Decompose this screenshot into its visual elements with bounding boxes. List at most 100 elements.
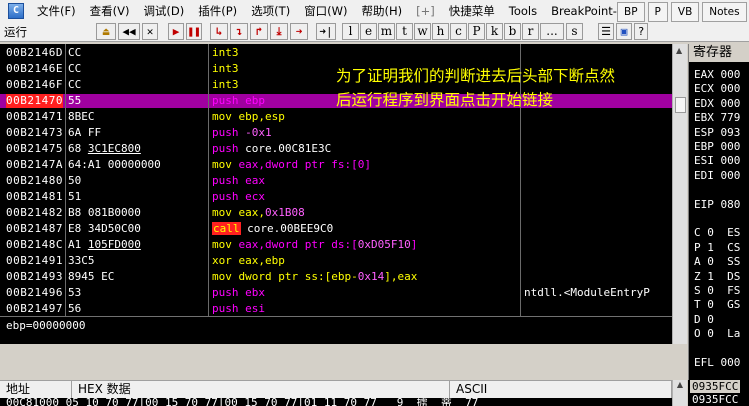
tab-vb[interactable]: VB: [670, 2, 700, 22]
disasm-row[interactable]: 00B21497 56 push esi: [0, 302, 672, 316]
trace-over-icon[interactable]: ⤓: [270, 23, 288, 40]
patches-window-button[interactable]: P: [468, 23, 485, 40]
disassembly-panel[interactable]: 00B2146D CC int3 00B2146E CC int3 00B2146F CC in…: [0, 44, 687, 344]
disasm-row[interactable]: 00B2148C A1 105FD000 mov eax,dword ptr ds:…: [0, 238, 672, 252]
disassembly-scrollbar[interactable]: ▲: [672, 44, 687, 316]
register-line[interactable]: EDI 000: [694, 169, 740, 182]
stack-row-selected[interactable]: 0935FCC: [690, 380, 741, 393]
stack-panel[interactable]: 0935FCC 0935FCC: [688, 380, 749, 406]
disasm-row[interactable]: 00B21496 53 push ebx ntdll.<ModuleEntryP: [0, 286, 672, 300]
restart-icon[interactable]: ◀◀: [118, 23, 140, 40]
dump-col-address[interactable]: 地址: [0, 381, 72, 399]
menu-plugins[interactable]: 插件(P): [191, 0, 244, 22]
cpu-window-button[interactable]: c: [450, 23, 467, 40]
register-line[interactable]: EBX 779: [694, 111, 740, 124]
disasm-row[interactable]: 00B21487 E8 34D50C00 call core.00BEE9C0: [0, 222, 672, 236]
disasm-instruction: push esi: [212, 302, 265, 316]
goto-icon[interactable]: ➜|: [316, 23, 336, 40]
app-icon[interactable]: C: [8, 3, 24, 19]
register-line[interactable]: ESP 093: [694, 126, 740, 139]
register-line[interactable]: A 0 SS: [694, 255, 740, 268]
references-window-button[interactable]: r: [522, 23, 539, 40]
stack-row[interactable]: 0935FCC: [690, 393, 740, 406]
callstack-window-button[interactable]: k: [486, 23, 503, 40]
more-windows-button[interactable]: ...: [540, 23, 564, 40]
menu-view[interactable]: 查看(V): [83, 0, 137, 22]
register-line[interactable]: O 0 La: [694, 327, 740, 340]
register-line[interactable]: EDX 000: [694, 97, 740, 110]
disasm-row[interactable]: 00B21475 68 3C1EC800 push core.00C81E3C: [0, 142, 672, 156]
register-line[interactable]: C 0 ES: [694, 226, 740, 239]
register-line[interactable]: T 0 GS: [694, 298, 740, 311]
dump-col-hex[interactable]: HEX 数据: [72, 381, 450, 399]
scroll-thumb[interactable]: [675, 97, 686, 113]
register-line[interactable]: EBP 000: [694, 140, 740, 153]
open-icon[interactable]: ⏏: [96, 23, 116, 40]
run-icon[interactable]: ▶: [168, 23, 184, 40]
disasm-instruction: int3: [212, 46, 239, 60]
disasm-bytes-text: 56: [68, 302, 82, 315]
windows-window-button[interactable]: w: [414, 23, 431, 40]
disasm-instruction: call core.00BEE9C0: [212, 222, 333, 236]
disasm-row[interactable]: 00B21481 51 push ecx: [0, 190, 672, 204]
register-line[interactable]: EFL 000: [694, 356, 740, 369]
dump-row: 00C81000 05 10 70 77|00 15 70 77|00 15 7…: [6, 398, 479, 406]
disasm-mnemonic: push: [212, 302, 239, 315]
menu-debug[interactable]: 调试(D): [136, 0, 191, 22]
threads-window-button[interactable]: t: [396, 23, 413, 40]
disasm-mnemonic: push: [212, 190, 239, 203]
tab-p[interactable]: P: [647, 2, 668, 22]
register-line[interactable]: EAX 000: [694, 68, 740, 81]
dump-col-ascii[interactable]: ASCII: [450, 381, 672, 399]
menu-plus[interactable]: [+]: [409, 0, 442, 22]
app-icon-letter: C: [12, 5, 20, 16]
breakpoints-window-button[interactable]: b: [504, 23, 521, 40]
disasm-row[interactable]: 00B21482 B8 081B0000 mov eax,0x1B08: [0, 206, 672, 220]
menu-window[interactable]: 窗口(W): [297, 0, 354, 22]
register-line[interactable]: ESI 000: [694, 154, 740, 167]
info-scrollbar[interactable]: [672, 316, 687, 344]
memory-window-button[interactable]: m: [378, 23, 395, 40]
disasm-row[interactable]: 00B21480 50 push eax: [0, 174, 672, 188]
execute-till-return-icon[interactable]: ➜: [290, 23, 308, 40]
menu-shortcuts[interactable]: 快捷菜单: [442, 0, 502, 22]
registers-title: 寄存器: [689, 44, 749, 62]
disasm-row[interactable]: 00B21491 33C5 xor eax,ebp: [0, 254, 672, 268]
column-divider: [65, 44, 66, 316]
disasm-mnemonic: push: [212, 126, 239, 139]
disasm-address: 00B21473: [6, 126, 63, 139]
register-line[interactable]: ECX 000: [694, 82, 740, 95]
dump-scroll-up-icon[interactable]: ▲: [672, 380, 687, 406]
disasm-row[interactable]: 00B21473 6A FF push -0x1: [0, 126, 672, 140]
menu-tools[interactable]: Tools: [502, 0, 544, 22]
window-icon[interactable]: ▣: [616, 23, 632, 40]
tab-bp[interactable]: BP: [617, 2, 645, 22]
menu-help[interactable]: 帮助(H): [355, 0, 410, 22]
disasm-row[interactable]: 00B21471 8BEC mov ebp,esp: [0, 110, 672, 124]
close-icon[interactable]: ✕: [142, 23, 158, 40]
register-line[interactable]: EIP 080: [694, 198, 740, 211]
log-window-button[interactable]: l: [342, 23, 359, 40]
register-line[interactable]: S 0 FS: [694, 284, 740, 297]
handles-window-button[interactable]: h: [432, 23, 449, 40]
trace-into-icon[interactable]: ↱: [250, 23, 268, 40]
modules-window-button[interactable]: e: [360, 23, 377, 40]
disasm-row[interactable]: 00B21493 8945 EC mov dword ptr ss:[ebp-0x1…: [0, 270, 672, 284]
register-line[interactable]: P 1 CS: [694, 241, 740, 254]
step-into-icon[interactable]: ↳: [210, 23, 228, 40]
tab-notes[interactable]: Notes: [702, 2, 747, 22]
dump-panel[interactable]: 00C81000 05 10 70 77|00 15 70 77|00 15 7…: [0, 398, 687, 406]
menu-options[interactable]: 选项(T): [244, 0, 297, 22]
disasm-row[interactable]: 00B2147A 64:A1 00000000 mov eax,dword ptr …: [0, 158, 672, 172]
menu-file[interactable]: 文件(F): [30, 0, 83, 22]
disasm-row[interactable]: 00B2146D CC int3: [0, 46, 672, 60]
step-over-icon[interactable]: ↴: [230, 23, 248, 40]
registers-panel[interactable]: 寄存器 EAX 000 ECX 000 EDX 000 EBX 779 ESP 093 E…: [688, 44, 749, 380]
register-line[interactable]: D 0: [694, 313, 714, 326]
scroll-up-icon[interactable]: ▲: [676, 46, 682, 55]
pause-icon[interactable]: ❚❚: [186, 23, 202, 40]
register-line[interactable]: Z 1 DS: [694, 270, 740, 283]
help-icon[interactable]: ?: [634, 23, 648, 40]
source-window-button[interactable]: s: [566, 23, 583, 40]
list-icon[interactable]: ☰: [598, 23, 614, 40]
